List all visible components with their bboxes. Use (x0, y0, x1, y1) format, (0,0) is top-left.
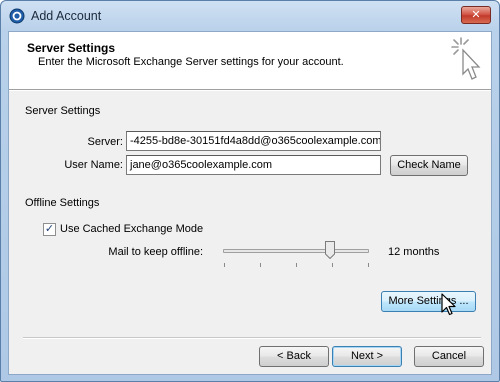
next-button[interactable]: Next > (332, 346, 402, 367)
offline-settings-section-label: Offline Settings (25, 197, 100, 209)
add-account-window: Add Account ✕ Server Settings Enter the … (0, 0, 500, 382)
server-input[interactable]: -4255-bd8e-30151fd4a8dd@o365coolexample.… (126, 131, 381, 151)
slider-tick (260, 263, 261, 267)
cached-mode-checkbox[interactable]: ✓ (43, 223, 56, 236)
header-divider-highlight (9, 90, 491, 91)
window-title: Add Account (31, 9, 102, 23)
more-settings-button[interactable]: More Settings ... (381, 291, 476, 312)
mail-offline-value: 12 months (388, 246, 440, 258)
check-name-button[interactable]: Check Name (390, 155, 468, 176)
dialog-body: Server Settings Enter the Microsoft Exch… (8, 31, 492, 375)
server-label: Server: (87, 136, 123, 148)
username-label: User Name: (64, 159, 123, 171)
cached-mode-label[interactable]: Use Cached Exchange Mode (60, 223, 203, 235)
cancel-button[interactable]: Cancel (414, 346, 484, 367)
header-title: Server Settings (27, 41, 116, 55)
server-settings-section-label: Server Settings (25, 105, 101, 117)
close-button[interactable]: ✕ (461, 6, 491, 24)
slider-thumb[interactable] (325, 241, 335, 259)
slider-track[interactable] (223, 249, 369, 253)
outlook-icon (9, 8, 25, 24)
cursor-sparkle-icon (451, 37, 481, 80)
mouse-pointer-icon (441, 293, 456, 316)
footer-divider-highlight (23, 338, 481, 339)
mail-offline-label: Mail to keep offline: (108, 246, 203, 258)
title-bar[interactable]: Add Account ✕ (1, 1, 499, 31)
slider-tick (224, 263, 225, 267)
slider-tick (296, 263, 297, 267)
header-subtitle: Enter the Microsoft Exchange Server sett… (38, 56, 344, 68)
slider-tick (332, 263, 333, 267)
username-input[interactable]: jane@o365coolexample.com (126, 155, 381, 175)
slider-tick (368, 263, 369, 267)
dialog-header: Server Settings Enter the Microsoft Exch… (9, 32, 491, 89)
back-button[interactable]: < Back (259, 346, 329, 367)
